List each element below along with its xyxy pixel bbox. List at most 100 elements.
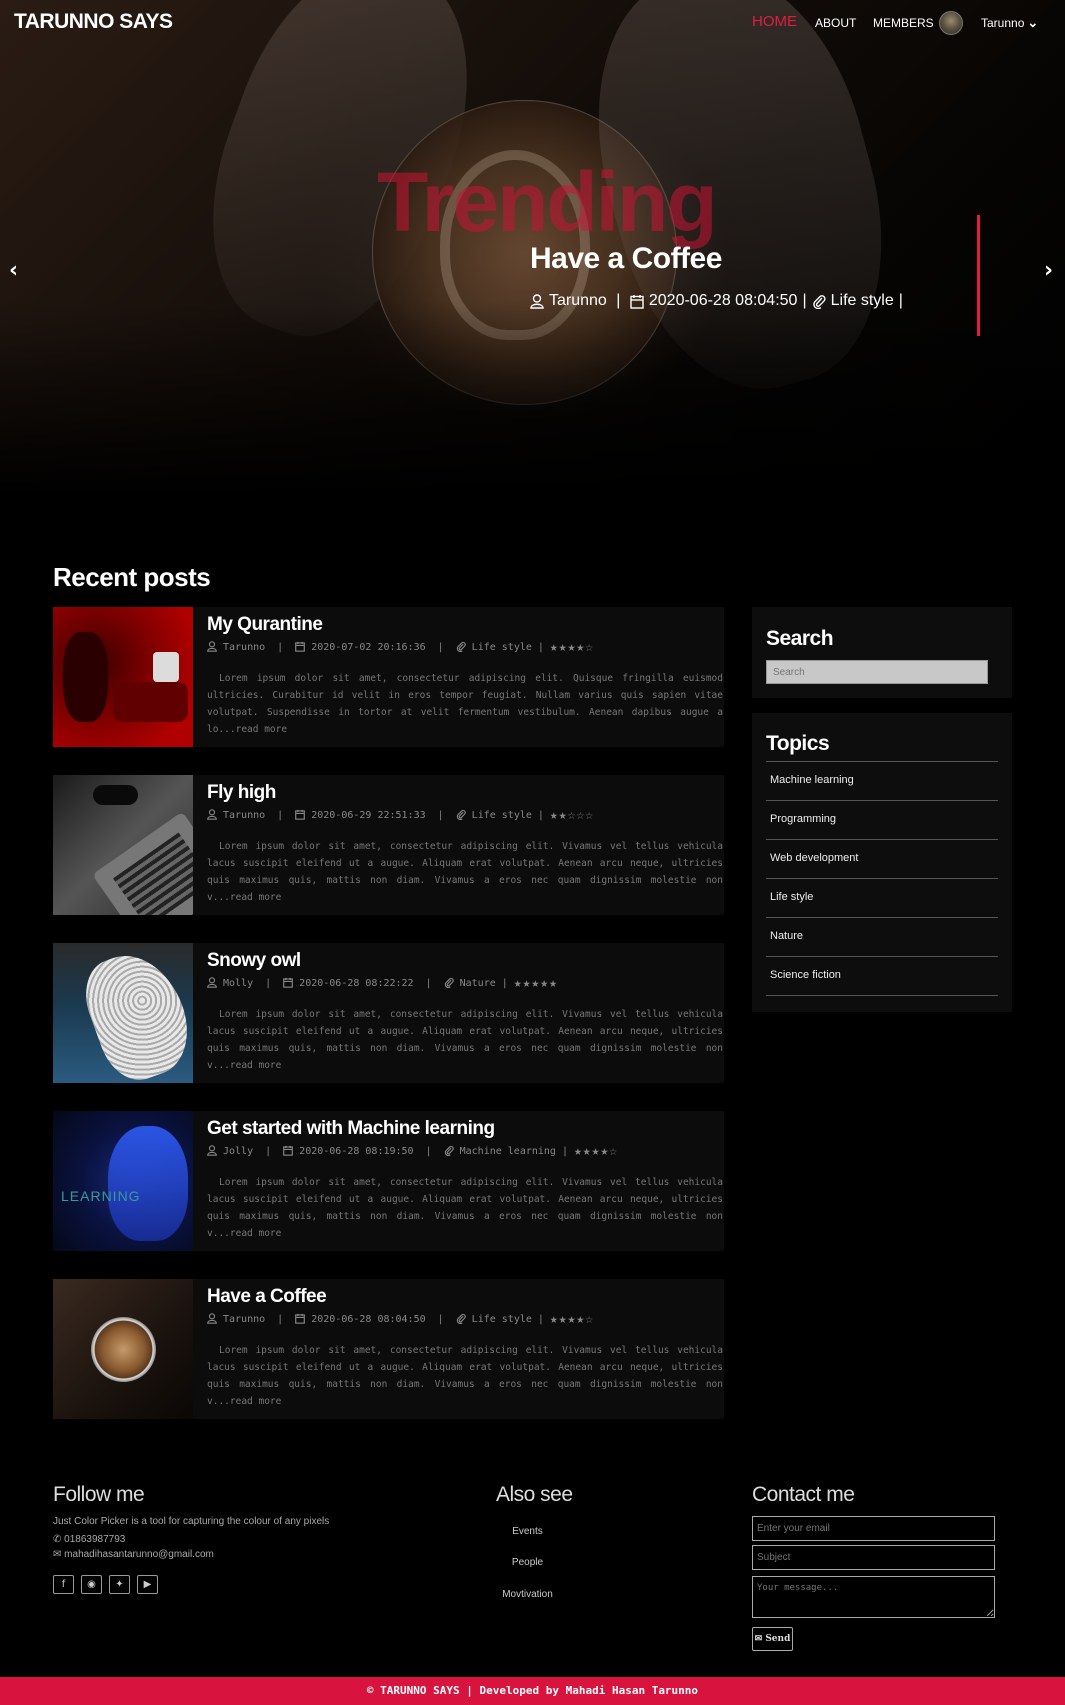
calendar-icon bbox=[295, 1313, 306, 1327]
search-heading: Search bbox=[766, 627, 834, 650]
youtube-icon[interactable]: ▶ bbox=[137, 1575, 158, 1594]
follow-text: Just Color Picker is a tool for capturin… bbox=[53, 1516, 330, 1527]
send-label: Send bbox=[765, 1634, 791, 1644]
post-date: 2020-06-28 08:19:50 bbox=[299, 1146, 414, 1157]
post-thumbnail[interactable] bbox=[53, 943, 193, 1083]
paperclip-icon bbox=[456, 1313, 466, 1327]
post-thumbnail[interactable] bbox=[53, 1279, 193, 1419]
post-author: Tarunno bbox=[223, 1314, 266, 1325]
post-title[interactable]: Have a Coffee bbox=[207, 1286, 327, 1308]
post-excerpt: Lorem ipsum dolor sit amet, consectetur … bbox=[207, 1009, 723, 1071]
phone-icon: ✆ bbox=[53, 1534, 62, 1545]
search-input[interactable] bbox=[766, 660, 988, 684]
nav-about[interactable]: ABOUT bbox=[815, 16, 856, 30]
calendar-icon bbox=[283, 977, 294, 991]
slide-indicator-bar bbox=[977, 215, 980, 336]
twitter-icon[interactable]: ✦ bbox=[109, 1575, 130, 1594]
post-title[interactable]: Snowy owl bbox=[207, 950, 301, 972]
meta-divider: | bbox=[271, 1314, 290, 1325]
paperclip-icon bbox=[444, 1145, 454, 1159]
nav-members[interactable]: MEMBERS bbox=[873, 16, 934, 30]
meta-divider: | bbox=[431, 1314, 450, 1325]
star-rating: ★★★★☆ bbox=[573, 1144, 619, 1159]
post-meta: Tarunno | 2020-07-02 20:16:36 | Life sty… bbox=[207, 640, 594, 655]
chevron-right-icon[interactable]: › bbox=[1044, 258, 1053, 283]
post-author: Tarunno bbox=[223, 810, 266, 821]
post-category[interactable]: Life style bbox=[472, 1314, 532, 1325]
post-meta: Tarunno | 2020-06-29 22:51:33 | Life sty… bbox=[207, 808, 594, 823]
post-title[interactable]: My Qurantine bbox=[207, 614, 323, 636]
paperclip-icon bbox=[456, 641, 466, 655]
user-icon bbox=[207, 1144, 217, 1159]
follow-heading: Follow me bbox=[53, 1483, 145, 1506]
search-widget: Search bbox=[752, 607, 1012, 698]
instagram-icon[interactable]: ◉ bbox=[81, 1575, 102, 1594]
user-icon bbox=[207, 808, 217, 823]
star-rating: ★★★★☆ bbox=[549, 640, 595, 655]
user-icon bbox=[207, 976, 217, 991]
post-thumbnail[interactable] bbox=[53, 775, 193, 915]
meta-divider: | bbox=[802, 292, 807, 309]
post-excerpt: Lorem ipsum dolor sit amet, consectetur … bbox=[207, 673, 723, 735]
post-card[interactable]: Fly high Tarunno | 2020-06-29 22:51:33 | … bbox=[53, 775, 724, 915]
facebook-icon[interactable]: f bbox=[53, 1575, 74, 1594]
site-brand[interactable]: TARUNNO SAYS bbox=[14, 10, 173, 34]
post-category[interactable]: Life style bbox=[472, 810, 532, 821]
chevron-left-icon[interactable]: ‹ bbox=[9, 258, 18, 283]
calendar-icon bbox=[295, 809, 306, 823]
user-avatar[interactable] bbox=[939, 11, 963, 35]
also-link-movtivation[interactable]: Movtivation bbox=[490, 1589, 565, 1600]
post-excerpt: Lorem ipsum dolor sit amet, consectetur … bbox=[207, 1177, 723, 1239]
topic-programming[interactable]: Programming bbox=[766, 801, 998, 840]
post-category[interactable]: Life style bbox=[472, 642, 532, 653]
post-date: 2020-06-28 08:22:22 bbox=[299, 978, 414, 989]
calendar-icon bbox=[630, 294, 644, 309]
contact-subject-field[interactable] bbox=[752, 1545, 995, 1570]
star-rating: ★★★★☆ bbox=[549, 1312, 595, 1327]
post-category[interactable]: Nature bbox=[460, 978, 496, 989]
contact-email-field[interactable] bbox=[752, 1516, 995, 1541]
user-icon bbox=[207, 640, 217, 655]
post-author: Molly bbox=[223, 978, 254, 989]
user-icon bbox=[530, 293, 544, 309]
meta-divider: | bbox=[501, 978, 508, 989]
meta-divider: | bbox=[537, 810, 544, 821]
contact-message-field[interactable] bbox=[752, 1576, 995, 1618]
topic-nature[interactable]: Nature bbox=[766, 918, 998, 957]
topic-web-development[interactable]: Web development bbox=[766, 840, 998, 879]
phone-row: ✆ 01863987793 bbox=[53, 1534, 125, 1545]
hero-category[interactable]: Life style bbox=[831, 292, 894, 310]
post-card[interactable]: LEARNING Get started with Machine learnin… bbox=[53, 1111, 724, 1251]
meta-divider: | bbox=[561, 1146, 568, 1157]
topic-science-fiction[interactable]: Science fiction bbox=[766, 957, 998, 996]
send-button[interactable]: ✉ Send bbox=[752, 1627, 793, 1651]
hero-slide-title[interactable]: Have a Coffee bbox=[530, 242, 722, 276]
also-link-people[interactable]: People bbox=[490, 1557, 565, 1568]
post-meta: Molly | 2020-06-28 08:22:22 | Nature | ★★★… bbox=[207, 976, 558, 991]
post-category[interactable]: Machine learning bbox=[460, 1146, 556, 1157]
also-see-heading: Also see bbox=[496, 1483, 573, 1506]
meta-divider: | bbox=[419, 1146, 438, 1157]
meta-divider: | bbox=[431, 642, 450, 653]
hero-overlay-word: Trending bbox=[377, 155, 718, 249]
post-thumbnail[interactable] bbox=[53, 607, 193, 747]
topic-life-style[interactable]: Life style bbox=[766, 879, 998, 918]
post-date: 2020-06-28 08:04:50 bbox=[311, 1314, 426, 1325]
meta-divider: | bbox=[431, 810, 450, 821]
nav-home[interactable]: HOME bbox=[752, 13, 797, 30]
post-excerpt: Lorem ipsum dolor sit amet, consectetur … bbox=[207, 1345, 723, 1407]
post-date: 2020-06-29 22:51:33 bbox=[311, 810, 426, 821]
post-meta: Jolly | 2020-06-28 08:19:50 | Machine le… bbox=[207, 1144, 618, 1159]
post-card[interactable]: Have a Coffee Tarunno | 2020-06-28 08:04:… bbox=[53, 1279, 724, 1419]
topic-machine-learning[interactable]: Machine learning bbox=[766, 762, 998, 801]
post-title[interactable]: Fly high bbox=[207, 782, 276, 804]
meta-divider: | bbox=[271, 810, 290, 821]
user-menu[interactable]: Tarunno ⌄ bbox=[981, 15, 1038, 31]
also-link-events[interactable]: Events bbox=[490, 1526, 565, 1537]
post-title[interactable]: Get started with Machine learning bbox=[207, 1118, 495, 1140]
post-card[interactable]: My Qurantine Tarunno | 2020-07-02 20:16:3… bbox=[53, 607, 724, 747]
star-rating: ★★☆☆☆ bbox=[549, 808, 595, 823]
post-thumbnail[interactable]: LEARNING bbox=[53, 1111, 193, 1251]
post-card[interactable]: Snowy owl Molly | 2020-06-28 08:22:22 | N… bbox=[53, 943, 724, 1083]
email-address[interactable]: mahadihasantarunno@gmail.com bbox=[64, 1549, 214, 1560]
